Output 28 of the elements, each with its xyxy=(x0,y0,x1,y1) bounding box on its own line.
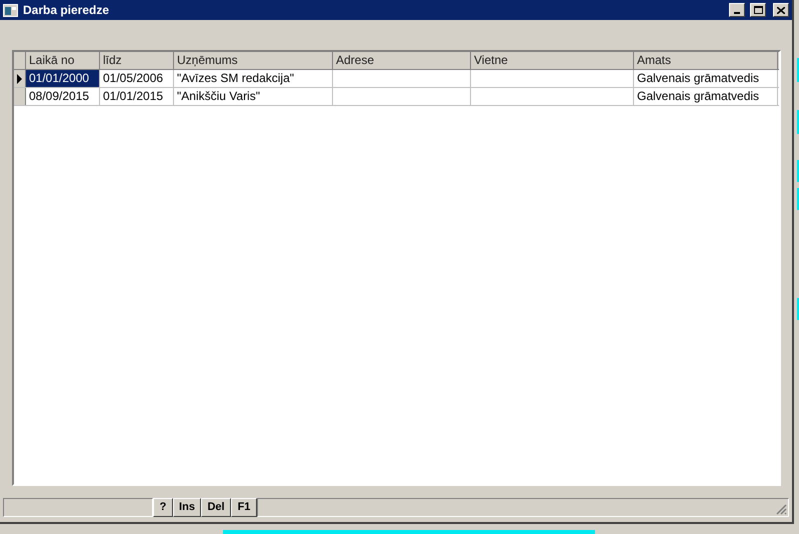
table-cell: 01/01/2015 xyxy=(100,88,174,105)
window-title: Darba pieredze xyxy=(23,2,110,19)
column-header[interactable]: Amats xyxy=(634,52,778,69)
table-cell: 01/05/2006 xyxy=(100,70,174,87)
column-header[interactable]: Vietne xyxy=(471,52,634,69)
maximize-button[interactable] xyxy=(750,3,766,17)
close-button[interactable] xyxy=(773,3,789,17)
toolbar-button[interactable]: ? xyxy=(153,498,173,517)
column-header[interactable]: līdz xyxy=(100,52,174,69)
window-icon xyxy=(3,4,18,16)
maximize-icon xyxy=(754,6,762,14)
column-header[interactable]: Uzņēmums xyxy=(174,52,333,69)
table-cell: Galvenais grāmatvedis xyxy=(634,88,778,105)
row-indicator[interactable] xyxy=(14,70,26,87)
minimize-button[interactable] xyxy=(729,3,745,17)
minimize-icon xyxy=(734,12,740,14)
close-icon xyxy=(777,6,785,14)
toolbar-button[interactable]: Del xyxy=(201,498,231,517)
column-header[interactable]: Adrese xyxy=(333,52,471,69)
toolbar-button[interactable]: F1 xyxy=(231,498,257,517)
table-cell: 08/09/2015 xyxy=(26,88,100,105)
table-cell: 01/01/2000 xyxy=(26,70,100,87)
column-header[interactable]: Laikā no xyxy=(26,52,100,69)
current-row-icon xyxy=(17,74,22,84)
toolbar-button[interactable]: Ins xyxy=(173,498,201,517)
table-cell: "Avīzes SM redakcija" xyxy=(174,70,333,87)
table-cell: Galvenais grāmatvedis xyxy=(634,70,778,87)
table-cell: "Anikščiu Varis" xyxy=(174,88,333,105)
